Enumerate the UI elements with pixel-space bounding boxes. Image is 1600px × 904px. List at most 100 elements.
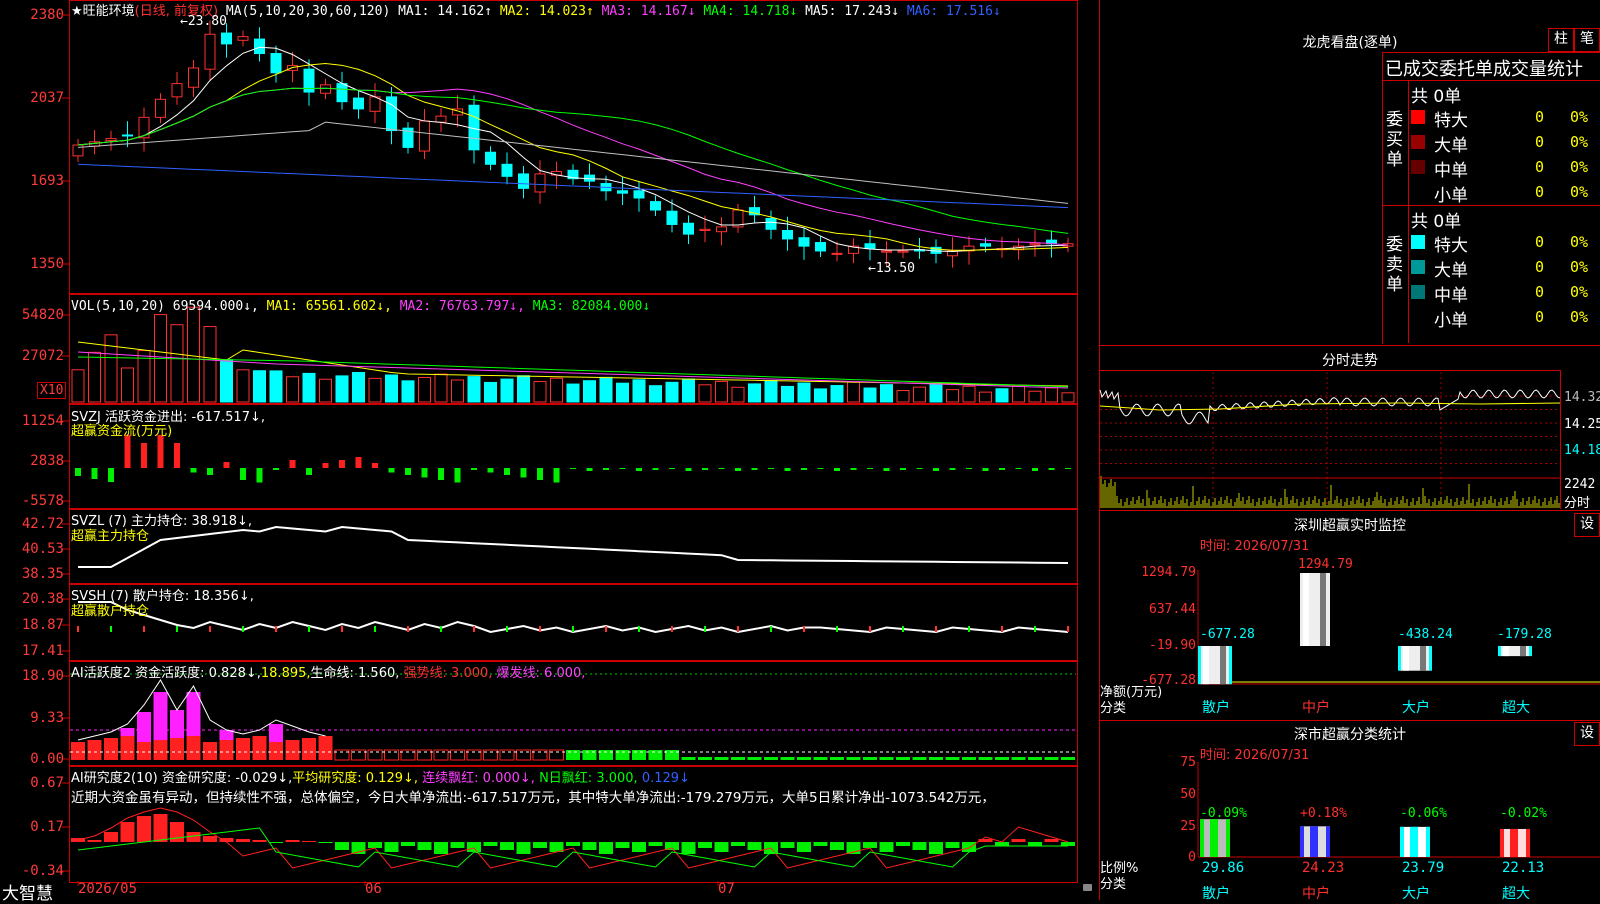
volume-bar — [913, 386, 926, 403]
stats-bar-stripe — [1510, 828, 1518, 857]
stats-y-label: 0 — [1188, 850, 1196, 865]
intraday-unit-label: 分时 — [1564, 496, 1591, 511]
volume-bar — [434, 373, 448, 403]
volume-bar — [1028, 390, 1042, 403]
vol-ma3: MA3: 82084.000↓ — [532, 299, 651, 314]
volume-bar — [187, 306, 200, 403]
stats-bar-edge — [1400, 826, 1404, 857]
bar-view-button[interactable]: 柱 — [1548, 28, 1574, 52]
volume-bar — [104, 334, 118, 403]
volume-bar — [649, 385, 662, 403]
sell-swatch — [1411, 310, 1425, 324]
svzl-y-label: 40.53 — [21, 541, 64, 557]
ai-research-value5: 0.129↓ — [641, 771, 690, 786]
volume-bar — [979, 391, 992, 403]
sell-row-percent: 0% — [1570, 233, 1589, 251]
stats-bar-edge — [1500, 828, 1504, 857]
svzj-y-label: 11254 — [21, 413, 64, 429]
buy-swatch — [1411, 110, 1425, 124]
volume-bar — [550, 377, 563, 403]
monitor-value-label: -179.28 — [1497, 627, 1552, 642]
svsh-y-label: 17.41 — [21, 643, 64, 659]
monitor-bar — [1400, 646, 1430, 671]
stats-change-label: -0.09% — [1200, 806, 1247, 821]
monitor-bar-shade — [1520, 646, 1526, 657]
sell-total: 共 0单 — [1411, 212, 1462, 232]
stats-time: 时间: 2026/07/31 — [1200, 748, 1310, 763]
monitor-settings-button[interactable]: 设 — [1574, 513, 1600, 537]
volume-bar — [319, 378, 332, 403]
sell-row-count: 0 — [1535, 308, 1545, 326]
monitor-y-label: 1294.79 — [1141, 565, 1196, 580]
buy-row-count: 0 — [1535, 158, 1545, 176]
monitor-bar-shade — [1320, 573, 1326, 646]
ai-research-y-label: -0.34 — [21, 863, 64, 879]
volume-bar — [682, 378, 695, 403]
stats-bar — [1200, 819, 1230, 857]
n-day-red-label: N日飘红: 3.000, — [539, 771, 638, 786]
table-divider — [1408, 80, 1409, 343]
sell-swatch — [1411, 285, 1425, 299]
svzj-subtitle: 超赢资金流(万元) — [71, 424, 173, 439]
monitor-value-label: -438.24 — [1398, 627, 1453, 642]
volume-bar — [286, 376, 299, 403]
ai-research-label: AI研究度2(10) 资金研究度: -0.029↓, — [71, 771, 293, 786]
stats-change-label: -0.06% — [1400, 806, 1447, 821]
sell-side-label: 委卖单 — [1386, 235, 1403, 295]
buy-side-label: 委买单 — [1386, 110, 1403, 170]
volume-bar — [748, 383, 761, 403]
intraday-vol-label: 2242 — [1564, 477, 1596, 492]
monitor-title: 深圳超赢实时监控 — [1294, 518, 1406, 534]
ai-research-comment: 近期大资金虽有异动，但持续性不强，总体偏空，今日大单净流出:-617.517万元… — [71, 790, 995, 806]
divider — [1100, 720, 1600, 721]
volume-bar — [764, 380, 778, 403]
monitor-bar — [1500, 646, 1530, 657]
stats-y-label: 50 — [1180, 787, 1196, 802]
volume-bar — [715, 380, 728, 403]
lock-icon[interactable] — [1083, 884, 1092, 891]
stats-category-label: 散户 — [1202, 886, 1230, 902]
buy-row-count: 0 — [1535, 133, 1545, 151]
stats-bar — [1500, 828, 1530, 857]
stats-change-label: +0.18% — [1300, 806, 1347, 821]
volume-bar — [880, 384, 893, 403]
sell-row-label: 中单 — [1434, 286, 1468, 306]
vol-value: 69594.000↓, — [172, 299, 259, 314]
volume-bar — [253, 370, 266, 403]
table-divider — [1382, 80, 1600, 81]
buy-row-percent: 0% — [1570, 183, 1589, 201]
svsh-y-label: 18.87 — [21, 617, 64, 633]
divider — [1100, 345, 1600, 346]
stats-settings-button[interactable]: 设 — [1574, 722, 1600, 746]
monitor-value-label: 1294.79 — [1298, 557, 1353, 572]
sell-row-percent: 0% — [1570, 308, 1589, 326]
stats-bar-edge — [1326, 826, 1330, 857]
sell-row-label: 小单 — [1434, 311, 1468, 331]
tick-view-button[interactable]: 笔 — [1574, 28, 1600, 52]
volume-bar — [203, 326, 217, 403]
volume-bar — [385, 374, 398, 403]
order-table-title: 已成交委托单成交量统计 — [1385, 59, 1583, 80]
ai-active-label: AI活跃度2 资金活跃度: 0.828↓, — [71, 666, 261, 681]
volume-bar — [418, 376, 431, 403]
monitor-bar-highlight — [1503, 646, 1509, 657]
monitor-bar-edge — [1498, 646, 1501, 657]
volume-bar — [302, 372, 316, 403]
continuous-red-label: 连续飘红: 0.000↓, — [422, 771, 535, 786]
volume-bar — [500, 378, 514, 403]
ai-active-legend: AI活跃度2 资金活跃度: 0.828↓,18.895,生命线: 1.560, … — [71, 662, 585, 681]
stats-bar — [1300, 826, 1330, 857]
monitor-bar-edge — [1429, 646, 1432, 671]
volume-bar — [121, 367, 134, 403]
buy-row-label: 特大 — [1434, 111, 1468, 131]
divider — [1100, 510, 1600, 511]
volume-bar — [731, 386, 745, 403]
vol-ma2: MA2: 76763.797↓, — [399, 299, 525, 314]
stats-bar-edge — [1426, 826, 1430, 857]
volume-bar — [781, 385, 794, 403]
svsh-y-label: 20.38 — [21, 591, 64, 607]
buy-row-percent: 0% — [1570, 133, 1589, 151]
burst-line-label: 爆发线: 6.000, — [496, 666, 586, 681]
buy-swatch — [1411, 135, 1425, 149]
intraday-price-label: 14.32 — [1564, 390, 1600, 405]
